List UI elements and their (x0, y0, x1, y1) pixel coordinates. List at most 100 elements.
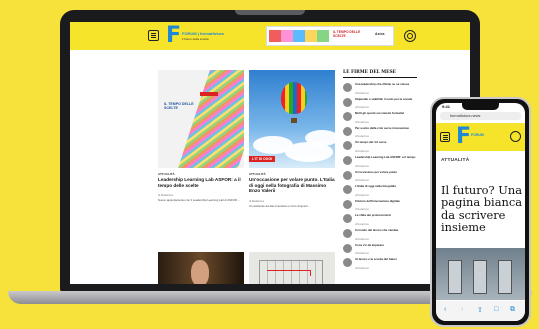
article-headline-2[interactable]: Un'occasione per volare punto. L'Italia … (249, 177, 337, 194)
sidebar-item-title: Una leadership che riflette su sé stessa (355, 82, 410, 86)
article-category: ATTUALITÀ (441, 158, 470, 163)
sidebar-item-meta: di Redazione (355, 252, 369, 256)
author-avatar (343, 229, 352, 238)
phone-mockup: 9:41 formatfutura.news F FORUM ATTUALITÀ… (430, 97, 531, 327)
phone-screen: 9:41 formatfutura.news F FORUM ATTUALITÀ… (436, 103, 525, 321)
laptop-mockup: F FORUM | formatfutura il futuro della s… (8, 10, 532, 304)
article-excerpt-1: Nuovo appuntamento con il Leadership Lea… (158, 198, 241, 202)
sidebar-item-meta: di Redazione (355, 149, 369, 153)
ad-banner[interactable]: IL TEMPO DELLE SCELTE Axios (266, 26, 394, 46)
sidebar-item-meta: di Redazione (355, 208, 369, 212)
article-title[interactable]: Il futuro? Una pagina bianca da scrivere… (441, 184, 525, 234)
sidebar-item[interactable]: Cosa c'è da imparare di Redazione (343, 243, 419, 257)
author-avatar (343, 185, 352, 195)
browser-toolbar: ‹ › ⇧ □ ⧉ (436, 301, 525, 321)
banner-logo: Axios (375, 32, 385, 36)
sidebar-item[interactable]: Molti gli spunti sui sistemi formativi di… (343, 111, 419, 125)
maze-path (267, 270, 311, 276)
sidebar-item[interactable]: Un'occasione per volare punto di Redazion… (343, 170, 419, 184)
author-avatar (343, 141, 352, 151)
portrait-face (191, 260, 209, 284)
sidebar-item-meta: di Redazione (355, 237, 369, 241)
sidebar-item[interactable]: Al lavoro e la scuola del futuro di Redaz… (343, 257, 419, 271)
sidebar-item-title: Un tempo del 4.0 serve (355, 140, 387, 145)
sidebar-item[interactable]: Per uscire dalla crisi serve innovazione… (343, 126, 419, 140)
article-image-4[interactable] (249, 252, 335, 284)
sidebar-item[interactable]: La sfida dei professionisti di Redazione (343, 213, 419, 227)
back-icon[interactable]: ‹ (444, 306, 446, 313)
logo-text: FORUM | formatfutura (182, 31, 224, 36)
author-avatar (343, 214, 352, 224)
cloud-shape (305, 130, 335, 146)
banner-graphic (269, 30, 329, 42)
author-avatar (343, 258, 352, 268)
author-avatar (343, 199, 352, 209)
sidebar-item-title: Stipendio e stabilità: il nodo per la sc… (355, 96, 413, 101)
sidebar-item-title: La sfida dei professionisti (355, 213, 391, 218)
bookmarks-icon[interactable]: □ (494, 306, 498, 313)
door-shape (498, 260, 512, 294)
article-image (436, 248, 525, 300)
article-image-2[interactable]: L'IT DI OGGI (249, 70, 335, 168)
article-category-1: ATTUALITÀ (158, 172, 175, 176)
sidebar-item-title: L'Italia di oggi nella fotografia (355, 184, 396, 189)
sidebar-item-meta: di Redazione (355, 222, 369, 226)
author-avatar (343, 97, 352, 107)
image-accent (200, 92, 218, 96)
sidebar-item-title: Un'occasione per volare punto (355, 169, 398, 174)
article-image-3[interactable] (158, 252, 244, 284)
balloon-basket (291, 118, 297, 123)
door-shape (448, 260, 462, 294)
search-icon[interactable] (510, 131, 521, 142)
sidebar-item[interactable]: Un tempo del 4.0 serve di Redazione (343, 140, 419, 154)
site-logo[interactable]: F (166, 24, 181, 48)
tabs-icon[interactable]: ⧉ (510, 306, 515, 314)
sidebar-item-title: Leadership Learning Lab ASFOR: a il temp… (355, 155, 416, 159)
article-meta-1: di Redazione (158, 194, 174, 197)
sidebar-item-meta: di Redazione (355, 179, 369, 183)
article-meta-2: di Redazione (249, 200, 265, 203)
sidebar-item[interactable]: L'Italia di oggi nella fotografia di Reda… (343, 184, 419, 198)
sidebar-item[interactable]: Il futuro dell'innovazione digitale di Re… (343, 199, 419, 213)
author-avatar (343, 83, 352, 92)
laptop-screen: F FORUM | formatfutura il futuro della s… (70, 22, 470, 284)
laptop-notch (235, 10, 305, 15)
sidebar-item-meta: di Redazione (355, 266, 369, 270)
article-headline-1[interactable]: Leadership Learning Lab ASFOR: a il temp… (158, 177, 244, 188)
sidebar-item-title: Il futuro dell'innovazione digitale (355, 198, 400, 203)
sidebar-item-meta: di Redazione (355, 91, 369, 95)
sidebar-item-meta: di Redazione (355, 135, 369, 139)
share-icon[interactable]: ⇧ (477, 306, 483, 314)
article-excerpt-2: Un ambiente ad alto innovativo e ricco d… (249, 204, 311, 208)
status-time: 9:41 (442, 104, 451, 109)
hot-air-balloon-icon (281, 82, 307, 114)
article-image-1[interactable]: IL TEMPO DELLE SCELTE (158, 70, 244, 168)
author-avatar (343, 126, 352, 136)
sidebar-item-title: Molti gli spunti sui sistemi formativi (355, 111, 405, 116)
banner-text: IL TEMPO DELLE SCELTE (333, 30, 361, 38)
search-icon[interactable] (404, 30, 416, 42)
door-shape (473, 260, 487, 294)
sidebar-item-meta: di Redazione (355, 106, 369, 110)
article-category-2: ATTUALITÀ (249, 172, 266, 176)
sidebar-item[interactable]: Leadership Learning Lab ASFOR: a il temp… (343, 155, 419, 169)
sidebar-item-title: Il mondo del lavoro che cambia (355, 228, 399, 232)
sidebar-item-title: Cosa c'è da imparare (355, 242, 384, 247)
sidebar-item[interactable]: Una leadership che riflette su sé stessa… (343, 82, 419, 96)
author-avatar (343, 112, 352, 122)
menu-icon[interactable] (148, 30, 159, 41)
image-caption: IL TEMPO DELLE SCELTE (164, 102, 194, 111)
sidebar-item[interactable]: Il mondo del lavoro che cambia di Redazio… (343, 228, 419, 242)
logo-text: FORUM (471, 133, 484, 137)
menu-icon[interactable] (440, 132, 450, 142)
sidebar-item-meta: di Redazione (355, 164, 369, 168)
sidebar-item-title: Al lavoro e la scuola del futuro (355, 257, 398, 262)
phone-notch (462, 103, 499, 110)
phone-site-header: F FORUM (436, 123, 525, 151)
image-tag: L'IT DI OGGI (249, 156, 276, 162)
url-text: formatfutura.news (450, 114, 481, 118)
site-logo[interactable]: F (456, 125, 471, 149)
sidebar-item[interactable]: Stipendio e stabilità: il nodo per la sc… (343, 97, 419, 111)
forward-icon[interactable]: › (461, 306, 463, 313)
author-avatar (343, 243, 352, 253)
